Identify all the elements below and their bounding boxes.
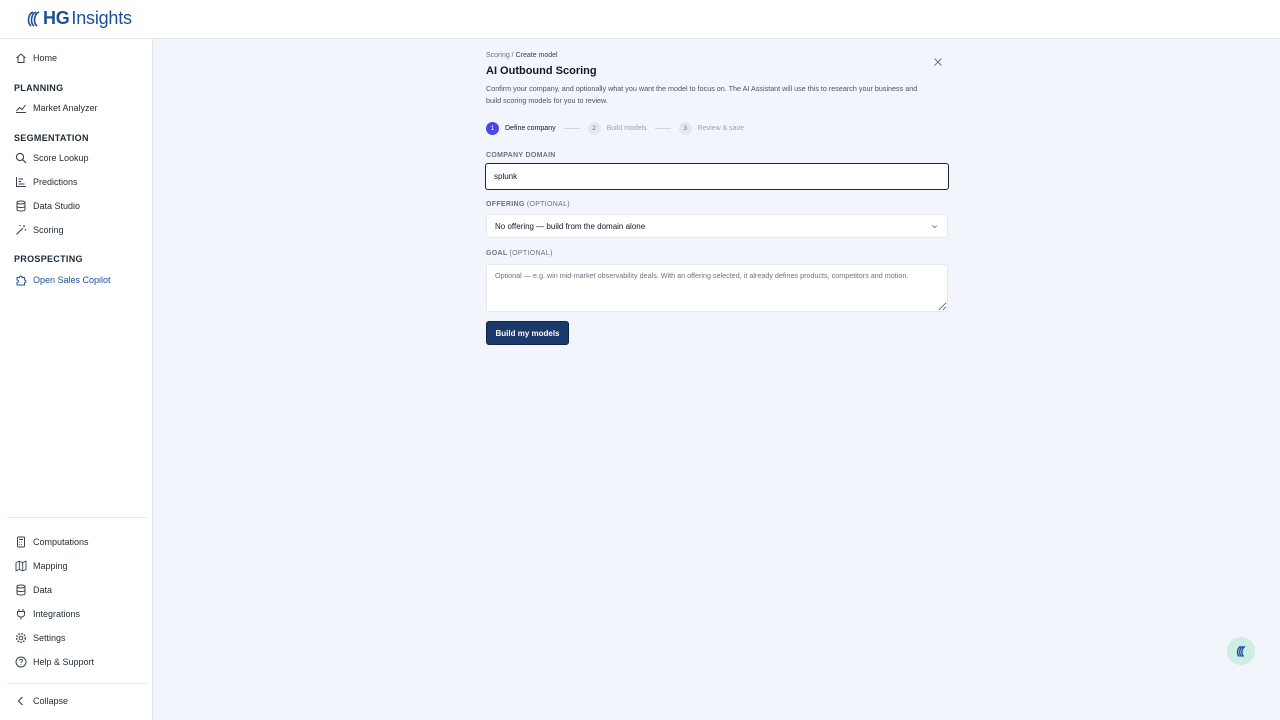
sidebar-item-label: Home [33, 53, 58, 63]
offering-optional-text: (OPTIONAL) [526, 201, 570, 208]
breadcrumb: Scoring / Create model [486, 52, 558, 59]
sidebar-item-home[interactable]: Home [14, 48, 57, 68]
bar-chart-icon [14, 176, 27, 189]
sidebar-item-mapping[interactable]: Mapping [14, 556, 68, 576]
search-icon [14, 152, 27, 165]
step-number: 3 [678, 121, 692, 135]
section-planning: PLANNING [14, 83, 64, 93]
line-chart-icon [14, 102, 27, 115]
offering-select[interactable]: No offering — build from the domain alon… [486, 214, 948, 238]
calculator-icon [14, 536, 27, 549]
sidebar-item-label: Score Lookup [33, 153, 89, 163]
company-domain-label: COMPANY DOMAIN [486, 152, 556, 159]
goal-label: GOAL (OPTIONAL) [486, 250, 553, 257]
chevron-down-icon [932, 225, 937, 229]
magic-wand-icon [14, 224, 27, 237]
map-icon [14, 560, 27, 573]
sidebar-item-label: Collapse [33, 696, 69, 706]
plug-icon [14, 608, 27, 621]
database-icon [14, 200, 27, 213]
step-build-models[interactable]: 2 Build models [587, 121, 647, 135]
sidebar-item-label: Computations [33, 537, 89, 547]
step-number: 2 [587, 121, 601, 135]
sidebar-collapse-button[interactable]: Collapse [14, 691, 68, 711]
sidebar-item-label: Predictions [33, 177, 78, 187]
hg-insights-logo[interactable]: HG Insights [26, 8, 132, 29]
sidebar-item-label: Data [33, 585, 53, 595]
home-icon [14, 52, 27, 65]
step-connector [563, 127, 580, 129]
step-define-company[interactable]: 1 Define company [486, 121, 556, 135]
gear-icon [14, 632, 27, 645]
goal-optional-text: (OPTIONAL) [509, 250, 553, 257]
offering-label: OFFERING (OPTIONAL) [486, 201, 570, 208]
sidebar-item-data-studio[interactable]: Data Studio [14, 196, 80, 216]
section-segmentation: SEGMENTATION [14, 133, 89, 143]
sidebar-item-integrations[interactable]: Integrations [14, 604, 80, 624]
sidebar-item-open-sales-copilot[interactable]: Open Sales Copilot [14, 270, 111, 290]
sidebar-item-label: Mapping [33, 561, 68, 571]
sidebar-item-label: Open Sales Copilot [33, 275, 111, 285]
goal-label-text: GOAL [486, 250, 508, 257]
offering-selected-value: No offering — build from the domain alon… [495, 221, 646, 231]
sidebar-item-label: Help & Support [33, 657, 95, 667]
sidebar-item-settings[interactable]: Settings [14, 628, 66, 648]
sidebar-item-computations[interactable]: Computations [14, 532, 89, 552]
step-connector [654, 127, 671, 129]
logo-hg-text: HG [43, 8, 70, 28]
sidebar-item-help[interactable]: Help & Support [14, 652, 94, 672]
ai-assistant-button[interactable] [1227, 637, 1255, 665]
sidebar-item-label: Data Studio [33, 201, 81, 211]
section-prospecting: PROSPECTING [14, 254, 83, 264]
logo-insights-text: Insights [71, 8, 132, 28]
sidebar-divider [7, 683, 147, 684]
sidebar: Home PLANNING Market Analyzer SEGMENTATI… [0, 39, 153, 720]
step-label: Build models [606, 124, 647, 132]
page-description: Confirm your company, and optionally wha… [486, 84, 918, 105]
build-models-button[interactable]: Build my models [486, 321, 569, 345]
stepper: 1 Define company 2 Build models 3 Review… [486, 121, 744, 135]
sidebar-item-label: Settings [33, 633, 66, 643]
breadcrumb-current: Create model [515, 52, 558, 59]
sidebar-item-label: Market Analyzer [33, 103, 98, 113]
logo-mark-icon [27, 10, 40, 27]
logo-mark-icon [1236, 645, 1245, 657]
database-icon [14, 584, 27, 597]
sidebar-item-data[interactable]: Data [14, 580, 52, 600]
sidebar-item-label: Integrations [33, 609, 81, 619]
help-circle-icon [14, 656, 27, 669]
sidebar-item-label: Scoring [33, 225, 64, 235]
step-label: Define company [505, 124, 556, 132]
sidebar-divider [7, 517, 147, 518]
close-icon[interactable] [932, 56, 944, 68]
puzzle-icon [14, 274, 27, 287]
breadcrumb-scoring[interactable]: Scoring [486, 52, 510, 59]
top-bar: HG Insights [0, 0, 1280, 39]
step-review-save[interactable]: 3 Review & save [678, 121, 744, 135]
chevron-left-icon [14, 695, 27, 708]
step-number: 1 [486, 121, 499, 135]
offering-label-text: OFFERING [486, 201, 525, 208]
sidebar-item-scoring[interactable]: Scoring [14, 220, 64, 240]
company-domain-input[interactable] [485, 163, 949, 190]
sidebar-item-score-lookup[interactable]: Score Lookup [14, 148, 89, 168]
step-label: Review & save [697, 124, 744, 132]
goal-textarea[interactable] [486, 264, 948, 312]
sidebar-item-predictions[interactable]: Predictions [14, 172, 78, 192]
sidebar-item-market-analyzer[interactable]: Market Analyzer [14, 98, 98, 118]
page-title: AI Outbound Scoring [486, 65, 597, 77]
